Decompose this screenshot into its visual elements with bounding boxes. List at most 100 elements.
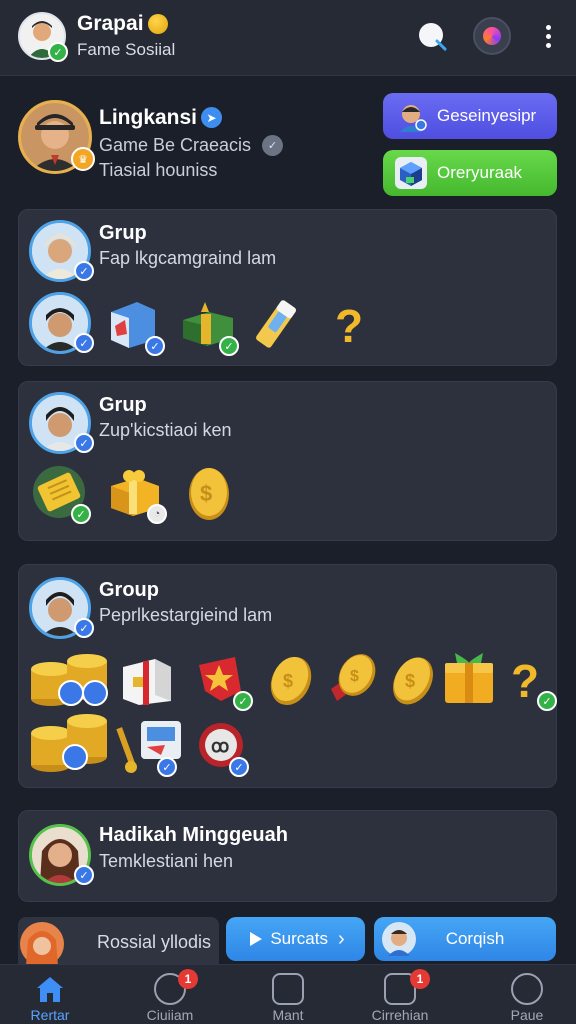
card-title: Group (99, 579, 159, 601)
nav-home[interactable]: Rertar (2, 965, 98, 1024)
question-icon[interactable]: ? ✓ (507, 651, 557, 711)
profile-name: Lingkansi (99, 106, 198, 129)
more-options-icon[interactable] (538, 22, 558, 52)
verified-check-icon: ✓ (48, 42, 68, 62)
ticket-icon[interactable]: ✓ (31, 464, 91, 524)
home-icon (37, 977, 63, 1002)
secondary-action-label: Oreryuraak (437, 163, 523, 182)
search-cats-label: Surcats (270, 929, 328, 948)
verified-check-icon: ✓ (74, 261, 94, 281)
coin-icon[interactable]: $ (385, 651, 441, 707)
clock-icon: ◔ (147, 504, 167, 524)
gift-box-icon[interactable] (119, 651, 175, 707)
member-avatar[interactable]: ✓ (29, 220, 94, 282)
coin-stack-icon[interactable] (29, 653, 109, 709)
question-icon[interactable]: ? (321, 296, 377, 352)
card-title: Grup (99, 394, 147, 416)
svg-text:ꝏ: ꝏ (211, 736, 229, 756)
nav-guild[interactable]: 1 Ciuiiam (122, 965, 218, 1024)
profile-game-line: Game Be Craeacis (99, 135, 252, 155)
nav-label: Rertar (30, 1007, 70, 1023)
top-bar: ✓ Grapai Fame Sosiial (0, 0, 576, 76)
verified-check-icon: ✓ (157, 757, 177, 777)
ticket-icon[interactable] (251, 296, 307, 352)
primary-action-button[interactable]: Geseinyesipr (383, 93, 557, 139)
nav-challenges[interactable]: 1 Cirrehian (352, 965, 448, 1024)
coin-icon[interactable]: $ (263, 651, 319, 707)
notification-badge: 1 (178, 969, 198, 989)
card-subtitle: Temklestiani hen (99, 851, 234, 871)
verified-icon: ➤ (201, 107, 222, 128)
header-avatar[interactable]: ✓ (18, 12, 68, 62)
corqish-label: Corqish (445, 929, 505, 948)
coin-icon[interactable]: $ (181, 464, 237, 520)
nav-label: Cirrehian (371, 1007, 429, 1023)
token-icon[interactable]: ꝏ ✓ (195, 719, 251, 777)
nav-label: Ciuiiam (146, 1007, 194, 1023)
bottom-nav: Rertar 1 Ciuiiam Mant 1 Cirrehian Paue (0, 964, 576, 1024)
profile-avatar[interactable]: ♛ (18, 100, 95, 174)
member-avatar[interactable]: ✓ (29, 392, 94, 454)
verified-check-icon: ✓ (74, 865, 94, 885)
profile-status-line: Tiasial houniss (99, 160, 218, 180)
search-cats-button[interactable]: Surcats › (226, 917, 365, 961)
avatar-small-icon (382, 922, 416, 956)
medal-icon[interactable]: $ (325, 651, 381, 707)
crown-badge-icon: ♛ (71, 147, 95, 171)
primary-action-label: Geseinyesipr (437, 106, 537, 125)
secondary-action-button[interactable]: Oreryuraak (383, 150, 557, 196)
gift-icon[interactable]: ◔ (107, 464, 167, 524)
strip-text: Rossial yllodis (97, 932, 212, 952)
nav-market[interactable]: Mant (240, 965, 336, 1024)
card-subtitle: Peprlkestargieind lam (99, 605, 273, 625)
cube-icon (395, 157, 427, 189)
verified-check-icon: ✓ (74, 333, 94, 353)
weekly-card[interactable]: ✓ Hadikah Minggeuah Temklestiani hen (18, 810, 557, 902)
profile-ring-icon[interactable] (473, 17, 511, 55)
nav-label: Mant (272, 1007, 304, 1023)
group-card[interactable]: ✓ Grup Zup'kicstiaoi ken ✓ ◔ $ (18, 381, 557, 541)
corqish-button[interactable]: Corqish (374, 917, 556, 961)
member-avatar[interactable]: ✓ (29, 577, 94, 639)
avatar-small-icon (395, 100, 427, 132)
nav-label: Paue (510, 1007, 544, 1023)
app-title: Grapai (77, 12, 144, 35)
notification-badge: 1 (410, 969, 430, 989)
member-avatar[interactable]: ✓ (29, 824, 94, 886)
play-icon (250, 932, 263, 946)
chevron-right-icon: › (337, 927, 345, 950)
verified-check-icon: ✓ (71, 504, 91, 524)
box-icon[interactable]: ✓ (105, 296, 165, 356)
nav-profile[interactable]: Paue (479, 965, 575, 1024)
app-subtitle: Fame Sosiial (77, 40, 176, 59)
coin-stack-icon[interactable] (29, 713, 109, 772)
strip-avatar[interactable] (20, 922, 64, 966)
svg-text:?: ? (511, 655, 539, 707)
svg-text:$: $ (405, 671, 415, 691)
verified-check-icon: ✓ (537, 691, 557, 711)
svg-text:$: $ (283, 671, 293, 691)
card-title: Hadikah Minggeuah (99, 824, 288, 846)
verified-check-icon: ✓ (74, 618, 94, 638)
card-subtitle: Zup'kicstiaoi ken (99, 420, 232, 440)
pin-icon (511, 973, 543, 1005)
emoji-icon (148, 14, 168, 34)
market-icon (272, 973, 304, 1005)
verified-check-icon: ✓ (74, 433, 94, 453)
verified-check-icon: ✓ (229, 757, 249, 777)
verified-check-icon: ✓ (233, 691, 253, 711)
key-icon[interactable]: ✓ (115, 717, 185, 777)
group-card[interactable]: ✓ Group Peprlkestargieind lam ✓ $ $ $ ? … (18, 564, 557, 788)
badge-icon[interactable]: ✓ (193, 651, 253, 711)
svg-text:$: $ (200, 481, 212, 506)
member-avatar[interactable]: ✓ (29, 292, 94, 354)
card-subtitle: Fap lkgcamgraind lam (99, 248, 277, 268)
gift-icon[interactable] (441, 649, 497, 705)
verified-check-icon: ✓ (145, 336, 165, 356)
gift-icon[interactable]: ✓ (179, 296, 239, 356)
verified-grey-icon: ✓ (262, 135, 283, 156)
verified-check-icon: ✓ (219, 336, 239, 356)
search-icon[interactable] (416, 20, 452, 56)
svg-text:$: $ (350, 668, 359, 685)
group-card[interactable]: ✓ Grup Fap lkgcamgraind lam ✓ ✓ ✓ ? (18, 209, 557, 366)
